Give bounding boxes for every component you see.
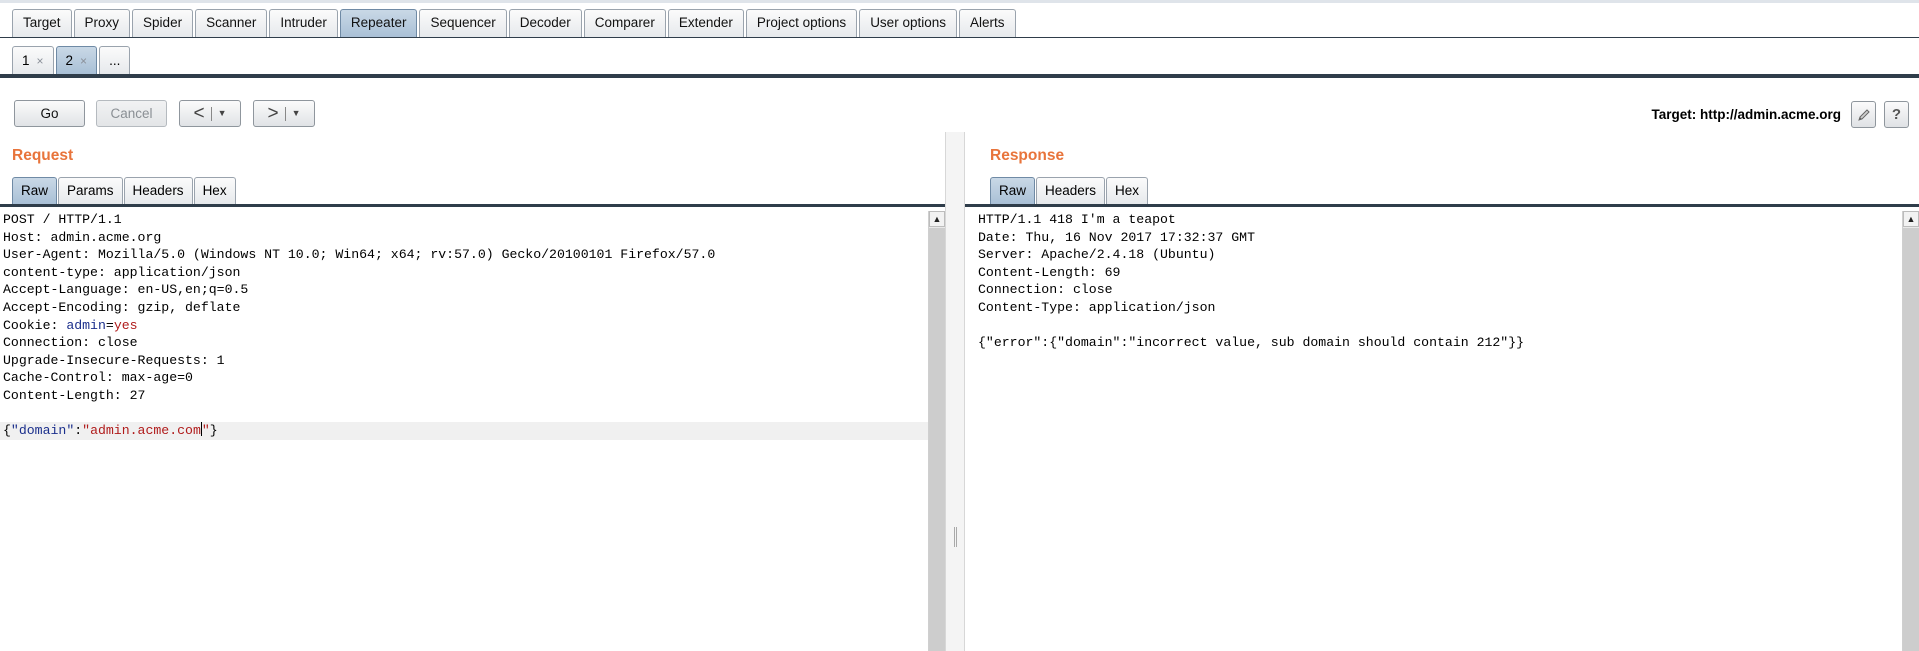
tab-user-options[interactable]: User options: [859, 9, 957, 37]
response-line: HTTP/1.1 418 I'm a teapot: [978, 212, 1176, 227]
request-view-tabs: Raw Params Headers Hex: [12, 177, 237, 204]
forward-button[interactable]: > ▼: [253, 100, 315, 127]
tab-comparer[interactable]: Comparer: [583, 9, 666, 37]
repeater-tab-2[interactable]: 2 ×: [55, 46, 98, 74]
tab-target[interactable]: Target: [12, 9, 72, 37]
request-line: [0, 405, 928, 423]
request-line: Host: admin.acme.org: [3, 229, 162, 245]
tool-tab-bar: Target Proxy Spider Scanner Intruder Rep…: [0, 0, 1919, 41]
cookie-name: admin: [66, 317, 106, 333]
tab-scanner[interactable]: Scanner: [195, 9, 268, 37]
request-line: Content-Length: 27: [3, 387, 146, 403]
splitter-grip[interactable]: [954, 527, 957, 547]
request-line: Connection: close: [3, 335, 138, 351]
tab-sequencer[interactable]: Sequencer: [419, 9, 507, 37]
back-button[interactable]: < ▼: [179, 100, 241, 127]
cancel-button[interactable]: Cancel: [96, 100, 167, 127]
request-line: Cache-Control: max-age=0: [3, 370, 193, 386]
repeater-tab-1[interactable]: 1 ×: [12, 46, 54, 74]
request-title: Request: [12, 147, 74, 164]
response-line: [975, 317, 1902, 335]
scroll-thumb[interactable]: [1903, 228, 1919, 651]
tab-decoder[interactable]: Decoder: [508, 9, 582, 37]
request-scrollbar[interactable]: ▲: [928, 211, 945, 651]
request-line: Accept-Encoding: gzip, deflate: [3, 299, 241, 315]
pencil-icon: [1857, 108, 1870, 121]
json-value-quote: ": [201, 423, 210, 439]
response-tab-hex[interactable]: Hex: [1106, 177, 1149, 204]
chevron-right-icon: >: [267, 102, 279, 124]
tab-extender[interactable]: Extender: [667, 9, 744, 37]
repeater-tab-bar: 1 × 2 × ...: [0, 38, 1919, 78]
json-brace: {: [3, 423, 11, 439]
tab-repeater[interactable]: Repeater: [339, 9, 418, 37]
go-button[interactable]: Go: [14, 100, 85, 127]
tab-project-options[interactable]: Project options: [745, 9, 858, 37]
response-line: Content-Type: application/json: [978, 299, 1216, 315]
repeater-controls: Go Cancel < ▼ > ▼ Target: http://admin.a…: [0, 78, 1919, 130]
target-label: Target: http://admin.acme.org: [1651, 107, 1841, 122]
request-line: POST / HTTP/1.1: [3, 212, 122, 227]
dropdown-arrow-icon[interactable]: ▼: [218, 101, 227, 126]
repeater-tab-label: 1: [22, 52, 30, 68]
question-mark-icon: ?: [1891, 106, 1902, 123]
scroll-up-arrow-icon[interactable]: ▲: [929, 211, 945, 227]
close-icon[interactable]: ×: [37, 48, 44, 74]
response-scrollbar[interactable]: ▲: [1902, 211, 1919, 651]
repeater-tab-new[interactable]: ...: [99, 46, 131, 74]
request-line: Upgrade-Insecure-Requests: 1: [3, 352, 225, 368]
request-cookie-line: Cookie: admin=yes: [0, 317, 928, 335]
json-value: "admin.acme.com: [82, 423, 201, 439]
scroll-up-arrow-icon[interactable]: ▲: [1903, 211, 1919, 227]
dropdown-arrow-icon[interactable]: ▼: [292, 101, 301, 126]
scroll-thumb[interactable]: [929, 228, 945, 651]
response-tab-baseline: [965, 204, 1919, 207]
request-tab-raw[interactable]: Raw: [12, 177, 58, 204]
response-body-line: {"error":{"domain":"incorrect value, sub…: [978, 335, 1525, 351]
request-editor[interactable]: POST / HTTP/1.1 Host: admin.acme.org Use…: [0, 211, 928, 651]
repeater-tab-label: 2: [65, 52, 74, 68]
request-tab-headers[interactable]: Headers: [123, 177, 193, 204]
tab-alerts[interactable]: Alerts: [958, 9, 1016, 37]
request-line: Accept-Language: en-US,en;q=0.5: [3, 282, 249, 298]
cookie-prefix: Cookie:: [3, 317, 67, 333]
request-line: User-Agent: Mozilla/5.0 (Windows NT 10.0…: [3, 247, 716, 263]
help-button[interactable]: ?: [1884, 101, 1909, 128]
pane-splitter[interactable]: [945, 132, 965, 651]
request-tab-baseline: [0, 204, 946, 207]
response-view-tabs: Raw Headers Hex: [990, 177, 1149, 204]
close-icon[interactable]: ×: [80, 48, 87, 74]
json-brace: }: [209, 423, 218, 439]
request-tab-params[interactable]: Params: [58, 177, 123, 204]
response-tab-raw[interactable]: Raw: [990, 177, 1036, 204]
response-tab-headers[interactable]: Headers: [1036, 177, 1106, 204]
tab-spider[interactable]: Spider: [132, 9, 194, 37]
response-line: Connection: close: [978, 282, 1113, 298]
request-line: content-type: application/json: [3, 264, 241, 280]
json-key: "domain": [10, 423, 75, 439]
request-tab-hex[interactable]: Hex: [193, 177, 236, 204]
cookie-value: yes: [113, 317, 138, 333]
json-colon: :: [74, 423, 83, 439]
response-line: Content-Length: 69: [978, 264, 1121, 280]
response-title: Response: [990, 147, 1065, 164]
chevron-left-icon: <: [193, 102, 205, 124]
tab-intruder[interactable]: Intruder: [269, 9, 338, 37]
response-viewer[interactable]: HTTP/1.1 418 I'm a teapot Date: Thu, 16 …: [975, 211, 1902, 651]
response-line: Date: Thu, 16 Nov 2017 17:32:37 GMT: [978, 229, 1255, 245]
button-separator: [210, 106, 212, 121]
cookie-eq: =: [105, 317, 114, 333]
button-separator: [284, 106, 286, 121]
response-line: Server: Apache/2.4.18 (Ubuntu): [978, 247, 1216, 263]
tab-proxy[interactable]: Proxy: [73, 9, 131, 37]
edit-target-button[interactable]: [1851, 101, 1876, 128]
request-body-line: {"domain":"admin.acme.com"}: [0, 422, 928, 440]
repeater-tab-label: ...: [109, 52, 121, 68]
